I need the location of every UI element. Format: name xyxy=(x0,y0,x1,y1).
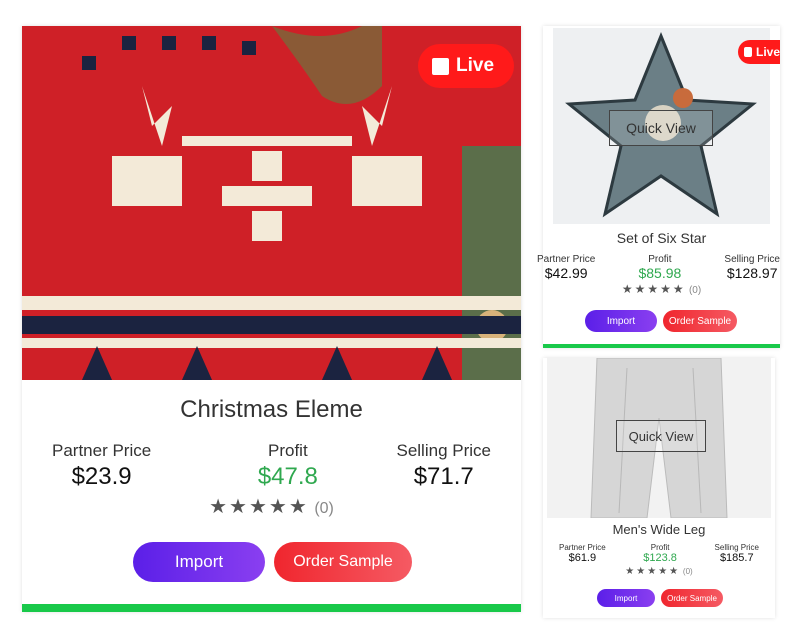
rating: ★★★★★ (0) xyxy=(22,494,521,519)
selling-price-label: Selling Price xyxy=(396,441,491,460)
rating-count: (0) xyxy=(682,567,693,576)
profit-value: $85.98 xyxy=(638,265,682,281)
live-badge: Live xyxy=(738,40,780,64)
profit: Profit $47.8 xyxy=(258,441,318,491)
price-row: Partner Price $23.9 Profit $47.8 Selling… xyxy=(22,441,521,491)
profit-label: Profit xyxy=(648,254,672,265)
partner-price-label: Partner Price xyxy=(52,441,152,460)
selling-price-value: $128.97 xyxy=(726,265,778,281)
partner-price: Partner Price $23.9 xyxy=(52,441,151,491)
order-sample-button[interactable]: Order Sample xyxy=(274,542,412,582)
selling-price: Selling Price $71.7 xyxy=(396,441,491,491)
live-label: Live xyxy=(755,45,780,59)
star-icon: ★★★★★ xyxy=(209,496,309,518)
live-label: Live xyxy=(456,55,495,76)
quick-view-button[interactable]: Quick View xyxy=(616,420,706,452)
star-icon: ★★★★★ xyxy=(621,282,686,296)
partner-price-label: Partner Price xyxy=(559,543,606,552)
star-icon: ★★★★★ xyxy=(625,566,681,577)
selling-price-value: $71.7 xyxy=(413,463,474,490)
selling-price-value: $185.7 xyxy=(719,552,754,564)
live-square-icon xyxy=(744,47,752,57)
profit-value: $47.8 xyxy=(257,463,318,490)
price-row: Partner Price $42.99 Profit $85.98 Selli… xyxy=(537,254,780,281)
rating: ★★★★★ (0) xyxy=(543,282,780,296)
partner-price: Partner Price $61.9 xyxy=(559,543,606,564)
partner-price-value: $23.9 xyxy=(71,463,132,490)
order-sample-button[interactable]: Order Sample xyxy=(661,589,723,607)
product-card-pants[interactable]: Quick View Men's Wide Leg Partner Price … xyxy=(543,358,775,618)
partner-price-label: Partner Price xyxy=(537,254,596,265)
order-sample-button[interactable]: Order Sample xyxy=(663,310,737,332)
product-title[interactable]: Men's Wide Leg xyxy=(543,522,775,537)
import-button[interactable]: Import xyxy=(597,589,655,607)
selling-price: Selling Price $185.7 xyxy=(715,543,759,564)
partner-price-value: $42.99 xyxy=(544,265,588,281)
import-button[interactable]: Import xyxy=(585,310,657,332)
selling-price-label: Selling Price xyxy=(724,254,780,265)
rating: ★★★★★ (0) xyxy=(543,566,775,577)
selling-price: Selling Price $128.97 xyxy=(724,254,780,281)
quick-view-button[interactable]: Quick View xyxy=(609,110,713,146)
selling-price-label: Selling Price xyxy=(714,543,759,552)
product-title[interactable]: Set of Six Star xyxy=(543,230,780,246)
partner-price: Partner Price $42.99 xyxy=(537,254,595,281)
rating-count: (0) xyxy=(314,500,334,517)
price-row: Partner Price $61.9 Profit $123.8 Sellin… xyxy=(543,543,775,564)
product-card-star[interactable]: Live Quick View Set of Six Star Partner … xyxy=(537,26,780,348)
rating-count: (0) xyxy=(688,285,702,296)
import-button[interactable]: Import xyxy=(133,542,265,582)
product-title[interactable]: Christmas Eleme xyxy=(22,396,521,424)
live-square-icon xyxy=(432,57,449,75)
profit-value: $123.8 xyxy=(643,552,677,564)
partner-price-value: $61.9 xyxy=(568,552,597,564)
card-bottom-bar xyxy=(543,344,780,348)
card-bottom-bar xyxy=(22,604,521,612)
live-badge: Live xyxy=(418,44,514,88)
profit-label: Profit xyxy=(650,543,670,552)
profit-label: Profit xyxy=(268,441,308,460)
profit: Profit $123.8 xyxy=(643,543,677,564)
product-card-christmas[interactable]: Live Christmas Eleme Partner Price $23.9… xyxy=(22,26,521,612)
profit: Profit $85.98 xyxy=(638,254,681,281)
